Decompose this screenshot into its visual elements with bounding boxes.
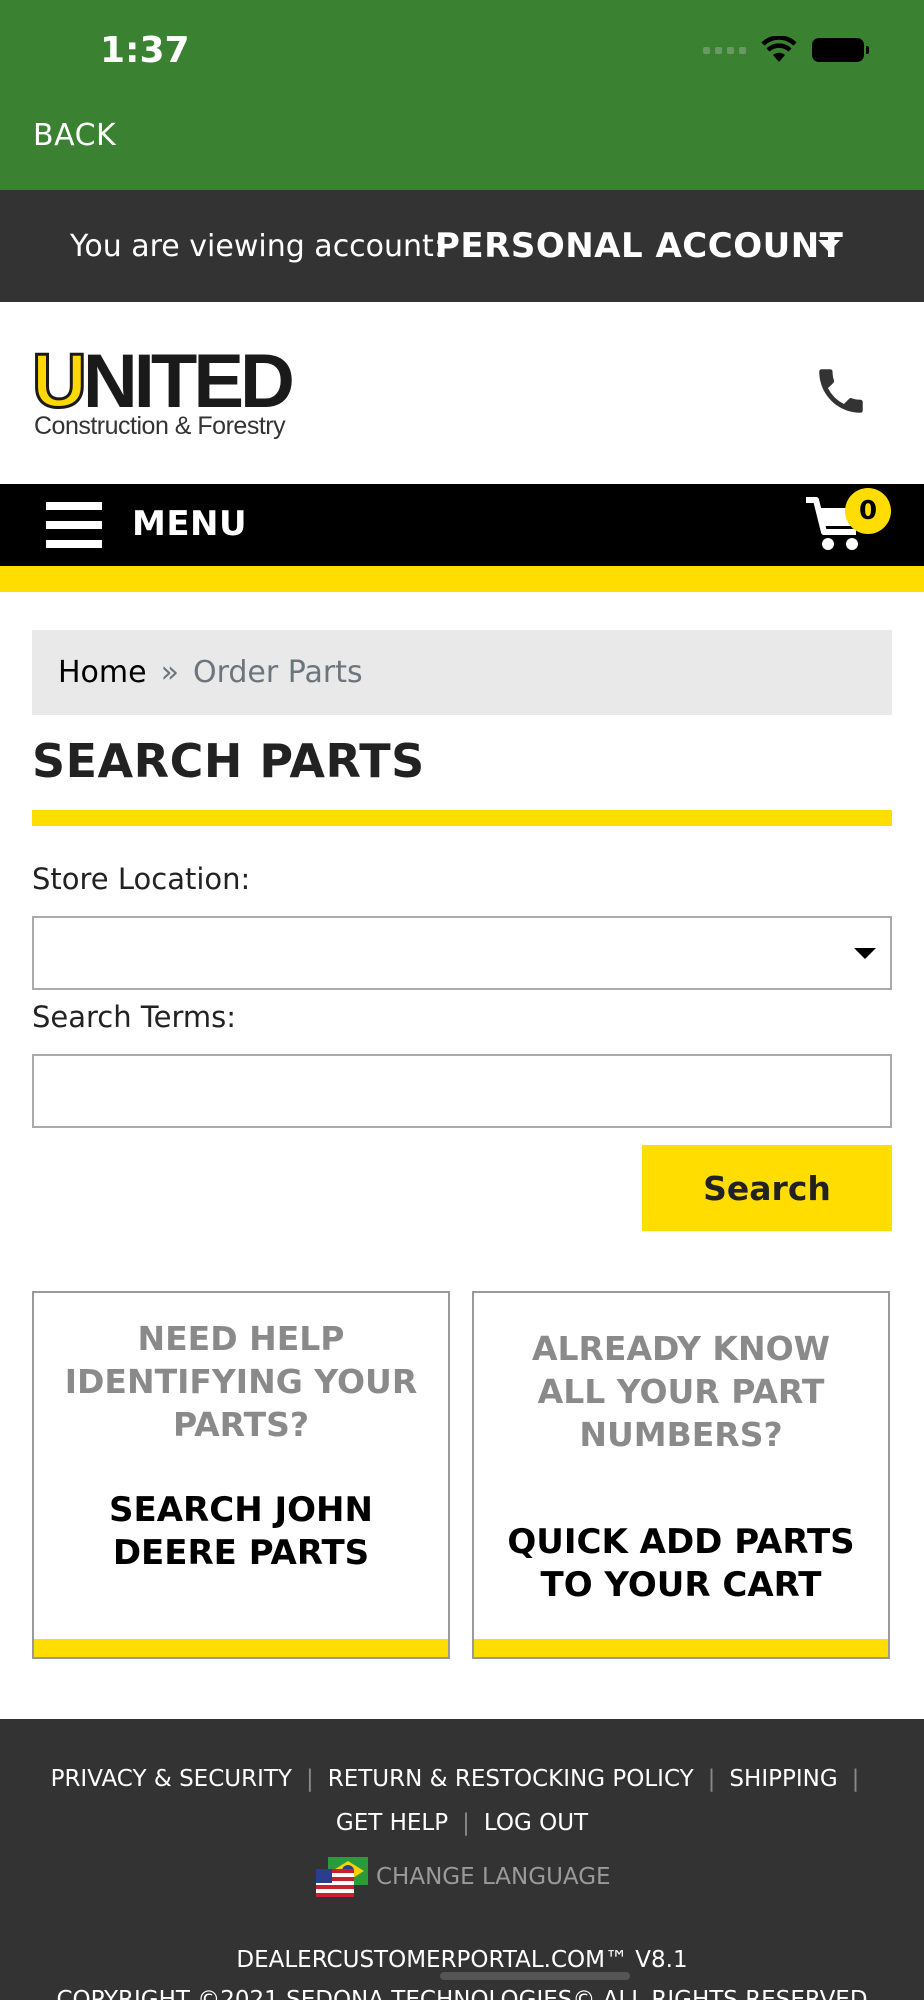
- search-john-deere-card[interactable]: NEED HELP IDENTIFYING YOUR PARTS? SEARCH…: [32, 1291, 450, 1659]
- footer: PRIVACY & SECURITY | RETURN & RESTOCKING P…: [0, 1719, 924, 2013]
- store-location-label: Store Location:: [32, 862, 251, 896]
- quick-add-card[interactable]: ALREADY KNOW ALL YOUR PART NUMBERS? QUIC…: [472, 1291, 890, 1659]
- caret-down-icon[interactable]: [818, 240, 840, 252]
- copyright: COPYRIGHT ©2021 SEDONA TECHNOLOGIES© ALL…: [56, 1987, 868, 2013]
- brand-header: UNITED Construction & Forestry: [0, 302, 924, 484]
- home-indicator: [440, 1972, 630, 1980]
- flag-icon: [316, 1857, 368, 1897]
- footer-link-returns[interactable]: RETURN & RESTOCKING POLICY: [328, 1766, 694, 1792]
- card-accent: [34, 1639, 448, 1657]
- footer-link-privacy[interactable]: PRIVACY & SECURITY: [51, 1766, 292, 1792]
- menu-bar: MENU: [0, 484, 924, 566]
- company-logo[interactable]: UNITED Construction & Forestry: [31, 338, 295, 444]
- menu-icon[interactable]: [46, 502, 102, 548]
- account-selector[interactable]: You are viewing account: PERSONAL ACCOUN…: [0, 190, 924, 302]
- wifi-icon: [761, 36, 797, 62]
- search-button[interactable]: Search: [642, 1145, 892, 1231]
- account-label: You are viewing account:: [70, 228, 444, 264]
- logo-tagline: Construction & Forestry: [34, 412, 286, 440]
- card-accent: [474, 1639, 888, 1657]
- change-language-label[interactable]: CHANGE LANGUAGE: [376, 1864, 611, 1890]
- status-time: 1:37: [100, 30, 190, 71]
- footer-link-shipping[interactable]: SHIPPING: [729, 1766, 837, 1792]
- page-title: SEARCH PARTS: [32, 734, 425, 788]
- battery-icon: [812, 38, 869, 62]
- accent-strip: [0, 566, 924, 592]
- breadcrumb-home-link[interactable]: Home: [58, 655, 147, 690]
- change-language-link[interactable]: CHANGE LANGUAGE: [316, 1857, 611, 1897]
- cart-count-badge[interactable]: 0: [845, 488, 891, 534]
- card-question: ALREADY KNOW ALL YOUR PART NUMBERS?: [531, 1329, 831, 1454]
- search-terms-input[interactable]: [32, 1054, 892, 1128]
- status-icons: [703, 36, 869, 64]
- back-button[interactable]: BACK: [33, 118, 116, 153]
- store-location-select[interactable]: [32, 916, 892, 990]
- signal-icon: [703, 46, 746, 54]
- card-question: NEED HELP IDENTIFYING YOUR PARTS?: [64, 1319, 418, 1444]
- title-underline: [32, 810, 892, 826]
- footer-link-logout[interactable]: LOG OUT: [484, 1810, 588, 1836]
- portal-version: DEALERCUSTOMERPORTAL.COM™ V8.1: [236, 1947, 688, 1973]
- phone-icon[interactable]: [812, 362, 870, 420]
- account-name[interactable]: PERSONAL ACCOUNT: [435, 226, 843, 266]
- card-action[interactable]: SEARCH JOHN DEERE PARTS: [54, 1489, 428, 1575]
- footer-link-help[interactable]: GET HELP: [336, 1810, 448, 1836]
- caret-down-icon[interactable]: [854, 948, 876, 959]
- breadcrumb-current: Order Parts: [192, 655, 363, 690]
- breadcrumb: Home » Order Parts: [32, 630, 892, 715]
- breadcrumb-separator: »: [160, 655, 179, 690]
- footer-links: PRIVACY & SECURITY | RETURN & RESTOCKING P…: [50, 1766, 860, 1836]
- menu-button[interactable]: MENU: [132, 504, 247, 544]
- search-terms-label: Search Terms:: [32, 1000, 237, 1034]
- top-header: 1:37 BACK: [0, 0, 924, 190]
- card-action[interactable]: QUICK ADD PARTS TO YOUR CART: [494, 1521, 868, 1607]
